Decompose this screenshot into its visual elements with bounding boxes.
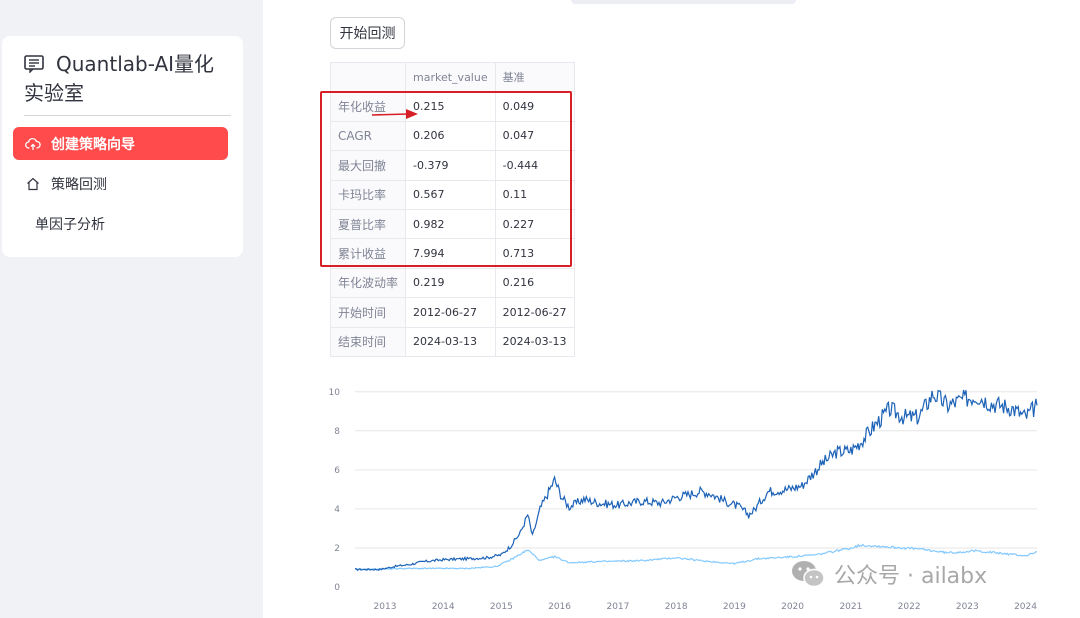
column-header-benchmark[interactable]: 基准 xyxy=(494,61,575,93)
sidebar-item-create-strategy[interactable]: 创建策略向导 xyxy=(13,127,228,160)
x-tick-label: 2015 xyxy=(490,602,513,612)
y-tick-label: 8 xyxy=(334,427,340,437)
table-corner-header xyxy=(329,61,407,93)
cell-market-value: -0.379 xyxy=(405,150,496,181)
cell-benchmark: 0.216 xyxy=(494,267,575,299)
table-row: 结束时间 2024-03-13 2024-03-13 xyxy=(329,326,575,357)
x-tick-label: 2024 xyxy=(1014,602,1037,612)
table-row: 卡玛比率 0.567 0.11 xyxy=(329,179,575,210)
cell-market-value: 0.219 xyxy=(405,267,496,299)
cell-market-value: 7.994 xyxy=(405,238,496,269)
column-header-market-value[interactable]: market_value xyxy=(405,61,496,93)
cell-benchmark: 0.227 xyxy=(494,208,575,240)
row-label: 开始时间 xyxy=(329,297,407,328)
sidebar-item-factor-analysis[interactable]: 单因子分析 xyxy=(13,207,228,240)
x-tick-label: 2013 xyxy=(374,602,397,612)
app-title: Quantlab-AI量化实验室 xyxy=(24,50,229,108)
y-tick-label: 0 xyxy=(334,583,340,593)
x-tick-label: 2022 xyxy=(898,602,921,612)
table-row: 年化波动率 0.219 0.216 xyxy=(329,267,575,299)
x-tick-label: 2021 xyxy=(839,602,862,612)
y-tick-label: 4 xyxy=(334,505,340,515)
run-backtest-button[interactable]: 开始回测 xyxy=(330,17,405,49)
top-toolbar-edge xyxy=(571,0,796,4)
x-tick-label: 2014 xyxy=(432,602,455,612)
table-row: 开始时间 2012-06-27 2012-06-27 xyxy=(329,297,575,328)
row-label: 结束时间 xyxy=(329,326,407,357)
table-row: 夏普比率 0.982 0.227 xyxy=(329,208,575,240)
x-tick-label: 2019 xyxy=(723,602,746,612)
cloud-upload-icon xyxy=(25,137,41,150)
table-row: CAGR 0.206 0.047 xyxy=(329,120,575,152)
sidebar-item-label: 创建策略向导 xyxy=(51,136,135,153)
table-header-row: market_value 基准 xyxy=(329,61,575,93)
cell-benchmark: 0.049 xyxy=(494,91,575,122)
wechat-icon xyxy=(792,561,825,588)
row-label: 最大回撤 xyxy=(329,150,407,181)
cell-market-value: 0.206 xyxy=(405,120,496,152)
y-tick-label: 2 xyxy=(334,544,340,554)
table-row: 最大回撤 -0.379 -0.444 xyxy=(329,150,575,181)
cell-market-value: 2012-06-27 xyxy=(405,297,496,328)
sidebar-item-label: 单因子分析 xyxy=(35,216,105,233)
row-label: 年化波动率 xyxy=(329,267,407,299)
row-label: 累计收益 xyxy=(329,238,407,269)
table-row: 年化收益 0.215 0.049 xyxy=(329,91,575,122)
x-tick-label: 2017 xyxy=(606,602,629,612)
table-row: 累计收益 7.994 0.713 xyxy=(329,238,575,269)
sidebar-divider xyxy=(24,115,231,116)
row-label: CAGR xyxy=(329,120,407,152)
metrics-table: market_value 基准 年化收益 0.215 0.049 CAGR 0.206 0… xyxy=(329,61,575,357)
sidebar-item-label: 策略回测 xyxy=(51,176,107,193)
watermark-text: 公众号 · ailabx xyxy=(834,564,988,589)
cell-benchmark: 0.047 xyxy=(494,120,575,152)
home-icon xyxy=(27,177,39,190)
cell-benchmark: 2012-06-27 xyxy=(494,297,575,328)
cell-benchmark: 2024-03-13 xyxy=(494,326,575,357)
sidebar-item-backtest[interactable]: 策略回测 xyxy=(13,167,228,200)
cell-market-value: 0.982 xyxy=(405,208,496,240)
app-title-text: Quantlab-AI量化实验室 xyxy=(24,52,215,105)
cell-market-value: 0.567 xyxy=(405,179,496,210)
x-tick-label: 2023 xyxy=(956,602,979,612)
x-tick-label: 2016 xyxy=(548,602,571,612)
row-label: 卡玛比率 xyxy=(329,179,407,210)
series-line-strategy xyxy=(355,389,1038,572)
cell-benchmark: -0.444 xyxy=(494,150,575,181)
notepad-icon xyxy=(24,55,44,73)
cell-benchmark: 0.713 xyxy=(494,238,575,269)
cell-benchmark: 0.11 xyxy=(494,179,575,210)
row-label: 夏普比率 xyxy=(329,208,407,240)
x-tick-label: 2020 xyxy=(781,602,804,612)
watermark: 公众号 · ailabx xyxy=(790,558,987,590)
cell-market-value: 2024-03-13 xyxy=(405,326,496,357)
annotation-arrow-icon xyxy=(371,109,418,119)
x-tick-label: 2018 xyxy=(665,602,688,612)
y-tick-label: 10 xyxy=(329,388,341,398)
y-tick-label: 6 xyxy=(334,466,340,476)
